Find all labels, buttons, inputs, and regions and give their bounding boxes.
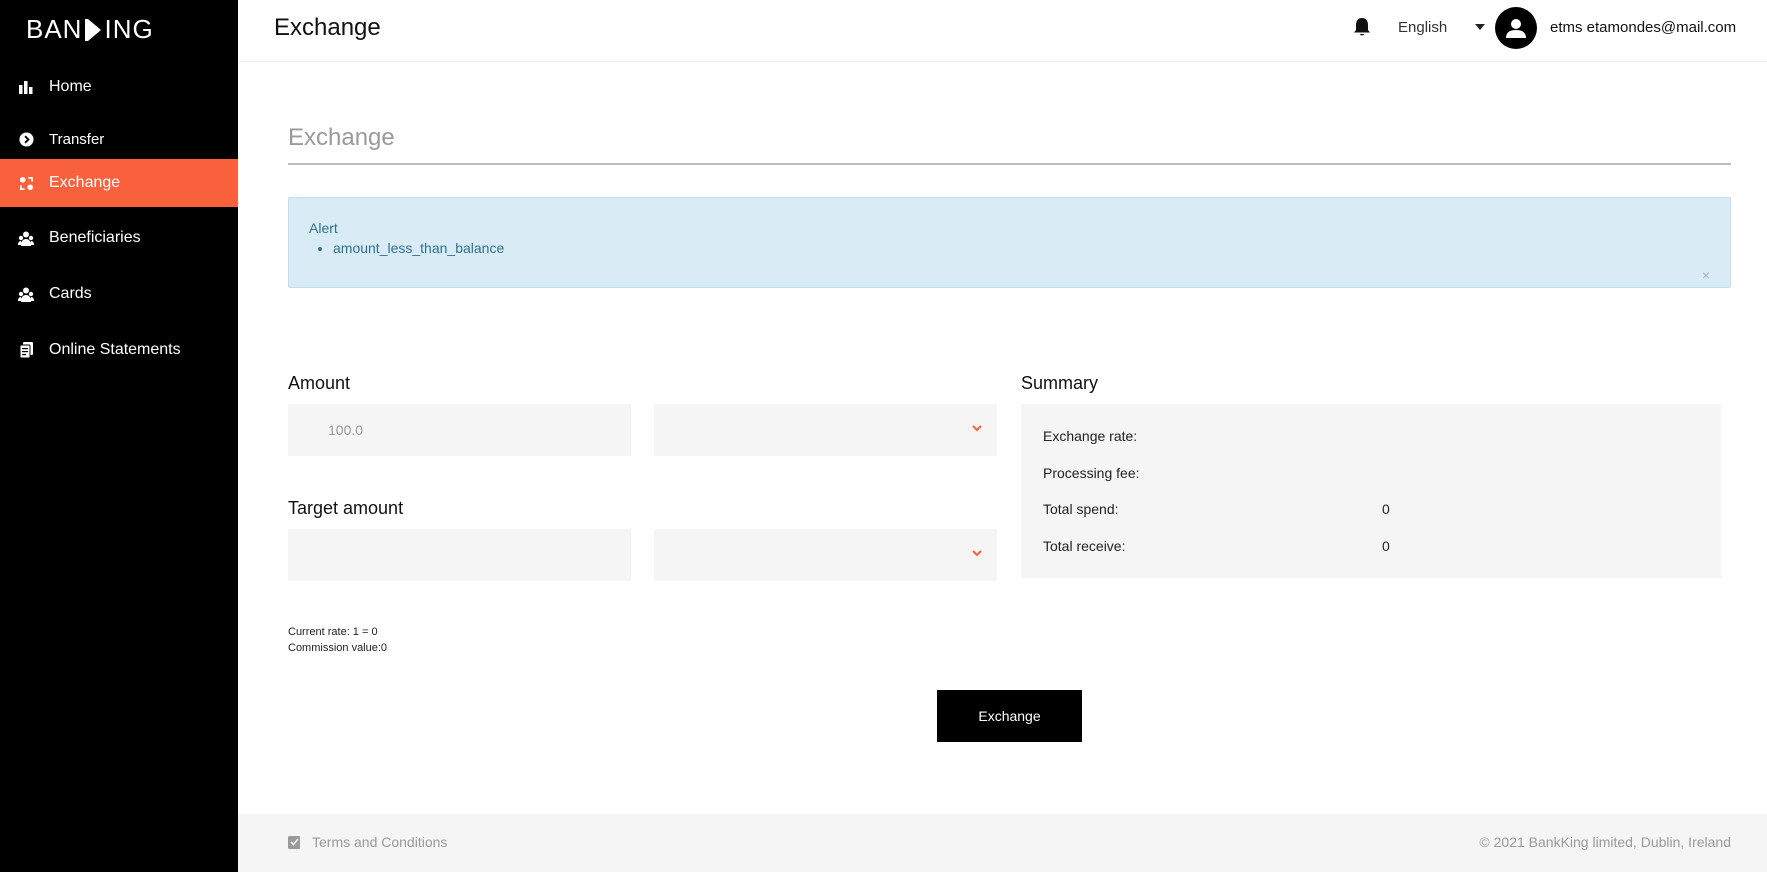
target-amount-input[interactable] [288, 529, 631, 581]
sidebar-item-label: Exchange [49, 174, 121, 191]
language-selector[interactable]: English [1398, 19, 1447, 36]
users-icon [18, 286, 34, 302]
section-divider [288, 163, 1731, 165]
target-amount-label: Target amount [288, 498, 404, 518]
summary-label-processing-fee: Processing fee: [1043, 465, 1140, 481]
amount-input[interactable] [288, 404, 631, 456]
sidebar-item-label: Cards [49, 285, 92, 302]
current-rate-text: Current rate: 1 = 0 [288, 626, 378, 638]
exchange-button[interactable]: Exchange [937, 690, 1082, 742]
alert-box: Alert amount_less_than_balance × [288, 197, 1731, 288]
page-title: Exchange [274, 14, 381, 41]
logo-suffix: ING [104, 14, 154, 44]
arrow-circle-icon [18, 131, 34, 147]
sidebar-item-beneficiaries[interactable]: Beneficiaries [0, 214, 238, 262]
sidebar-item-label: Beneficiaries [49, 229, 141, 246]
close-icon[interactable]: × [1702, 268, 1710, 282]
logo-prefix: BAN [26, 14, 83, 44]
summary-title: Summary [1021, 373, 1099, 393]
alert-title: Alert [309, 220, 338, 236]
sidebar-item-home[interactable]: Home [0, 63, 238, 111]
bar-chart-icon [18, 79, 34, 95]
bell-icon[interactable] [1353, 17, 1373, 39]
caret-down-icon[interactable] [1475, 24, 1485, 30]
logo-k-icon [83, 18, 103, 41]
summary-panel: Exchange rate: Processing fee: Total spe… [1021, 404, 1721, 578]
footer: Terms and Conditions © 2021 BankKing lim… [238, 814, 1767, 872]
user-icon [1506, 19, 1526, 38]
commission-text: Commission value:0 [288, 642, 388, 654]
rate-info: Current rate: 1 = 0 Commission value:0 [288, 624, 387, 656]
summary-label-total-spend: Total spend: [1043, 501, 1119, 517]
terms-link[interactable]: Terms and Conditions [288, 834, 447, 850]
alert-messages: amount_less_than_balance [333, 240, 504, 256]
sidebar-item-label: Home [49, 78, 92, 95]
sidebar: BAN ING Home Transfer Exchange Beneficiar… [0, 0, 238, 872]
summary-value-total-receive: 0 [1382, 538, 1390, 554]
amount-label: Amount [288, 373, 351, 393]
sidebar-item-online-statements[interactable]: Online Statements [0, 326, 238, 374]
chevron-down-icon [972, 425, 982, 432]
chevron-down-icon [972, 550, 982, 557]
sidebar-item-exchange[interactable]: Exchange [0, 159, 238, 207]
summary-value-total-spend: 0 [1382, 501, 1390, 517]
source-currency-select[interactable] [654, 404, 997, 456]
document-icon [18, 342, 34, 358]
sidebar-item-label: Online Statements [49, 341, 181, 358]
alert-message: amount_less_than_balance [333, 240, 504, 256]
copyright-text: © 2021 BankKing limited, Dublin, Ireland [1479, 834, 1731, 850]
target-currency-select[interactable] [654, 529, 997, 581]
sidebar-item-label: Transfer [49, 130, 105, 148]
logo[interactable]: BAN ING [26, 14, 154, 45]
sidebar-item-cards[interactable]: Cards [0, 270, 238, 318]
top-header: Exchange English etms etamondes@mail.com [238, 0, 1767, 62]
checkbox-icon [288, 836, 300, 849]
users-icon [18, 230, 34, 246]
summary-label-total-receive: Total receive: [1043, 538, 1126, 554]
exchange-icon [18, 175, 34, 191]
section-title: Exchange [288, 124, 395, 151]
terms-label: Terms and Conditions [312, 834, 448, 850]
sidebar-item-transfer[interactable]: Transfer [0, 115, 238, 163]
avatar[interactable] [1495, 7, 1537, 49]
user-name[interactable]: etms etamondes@mail.com [1550, 19, 1736, 36]
summary-label-exchange-rate: Exchange rate: [1043, 428, 1138, 444]
